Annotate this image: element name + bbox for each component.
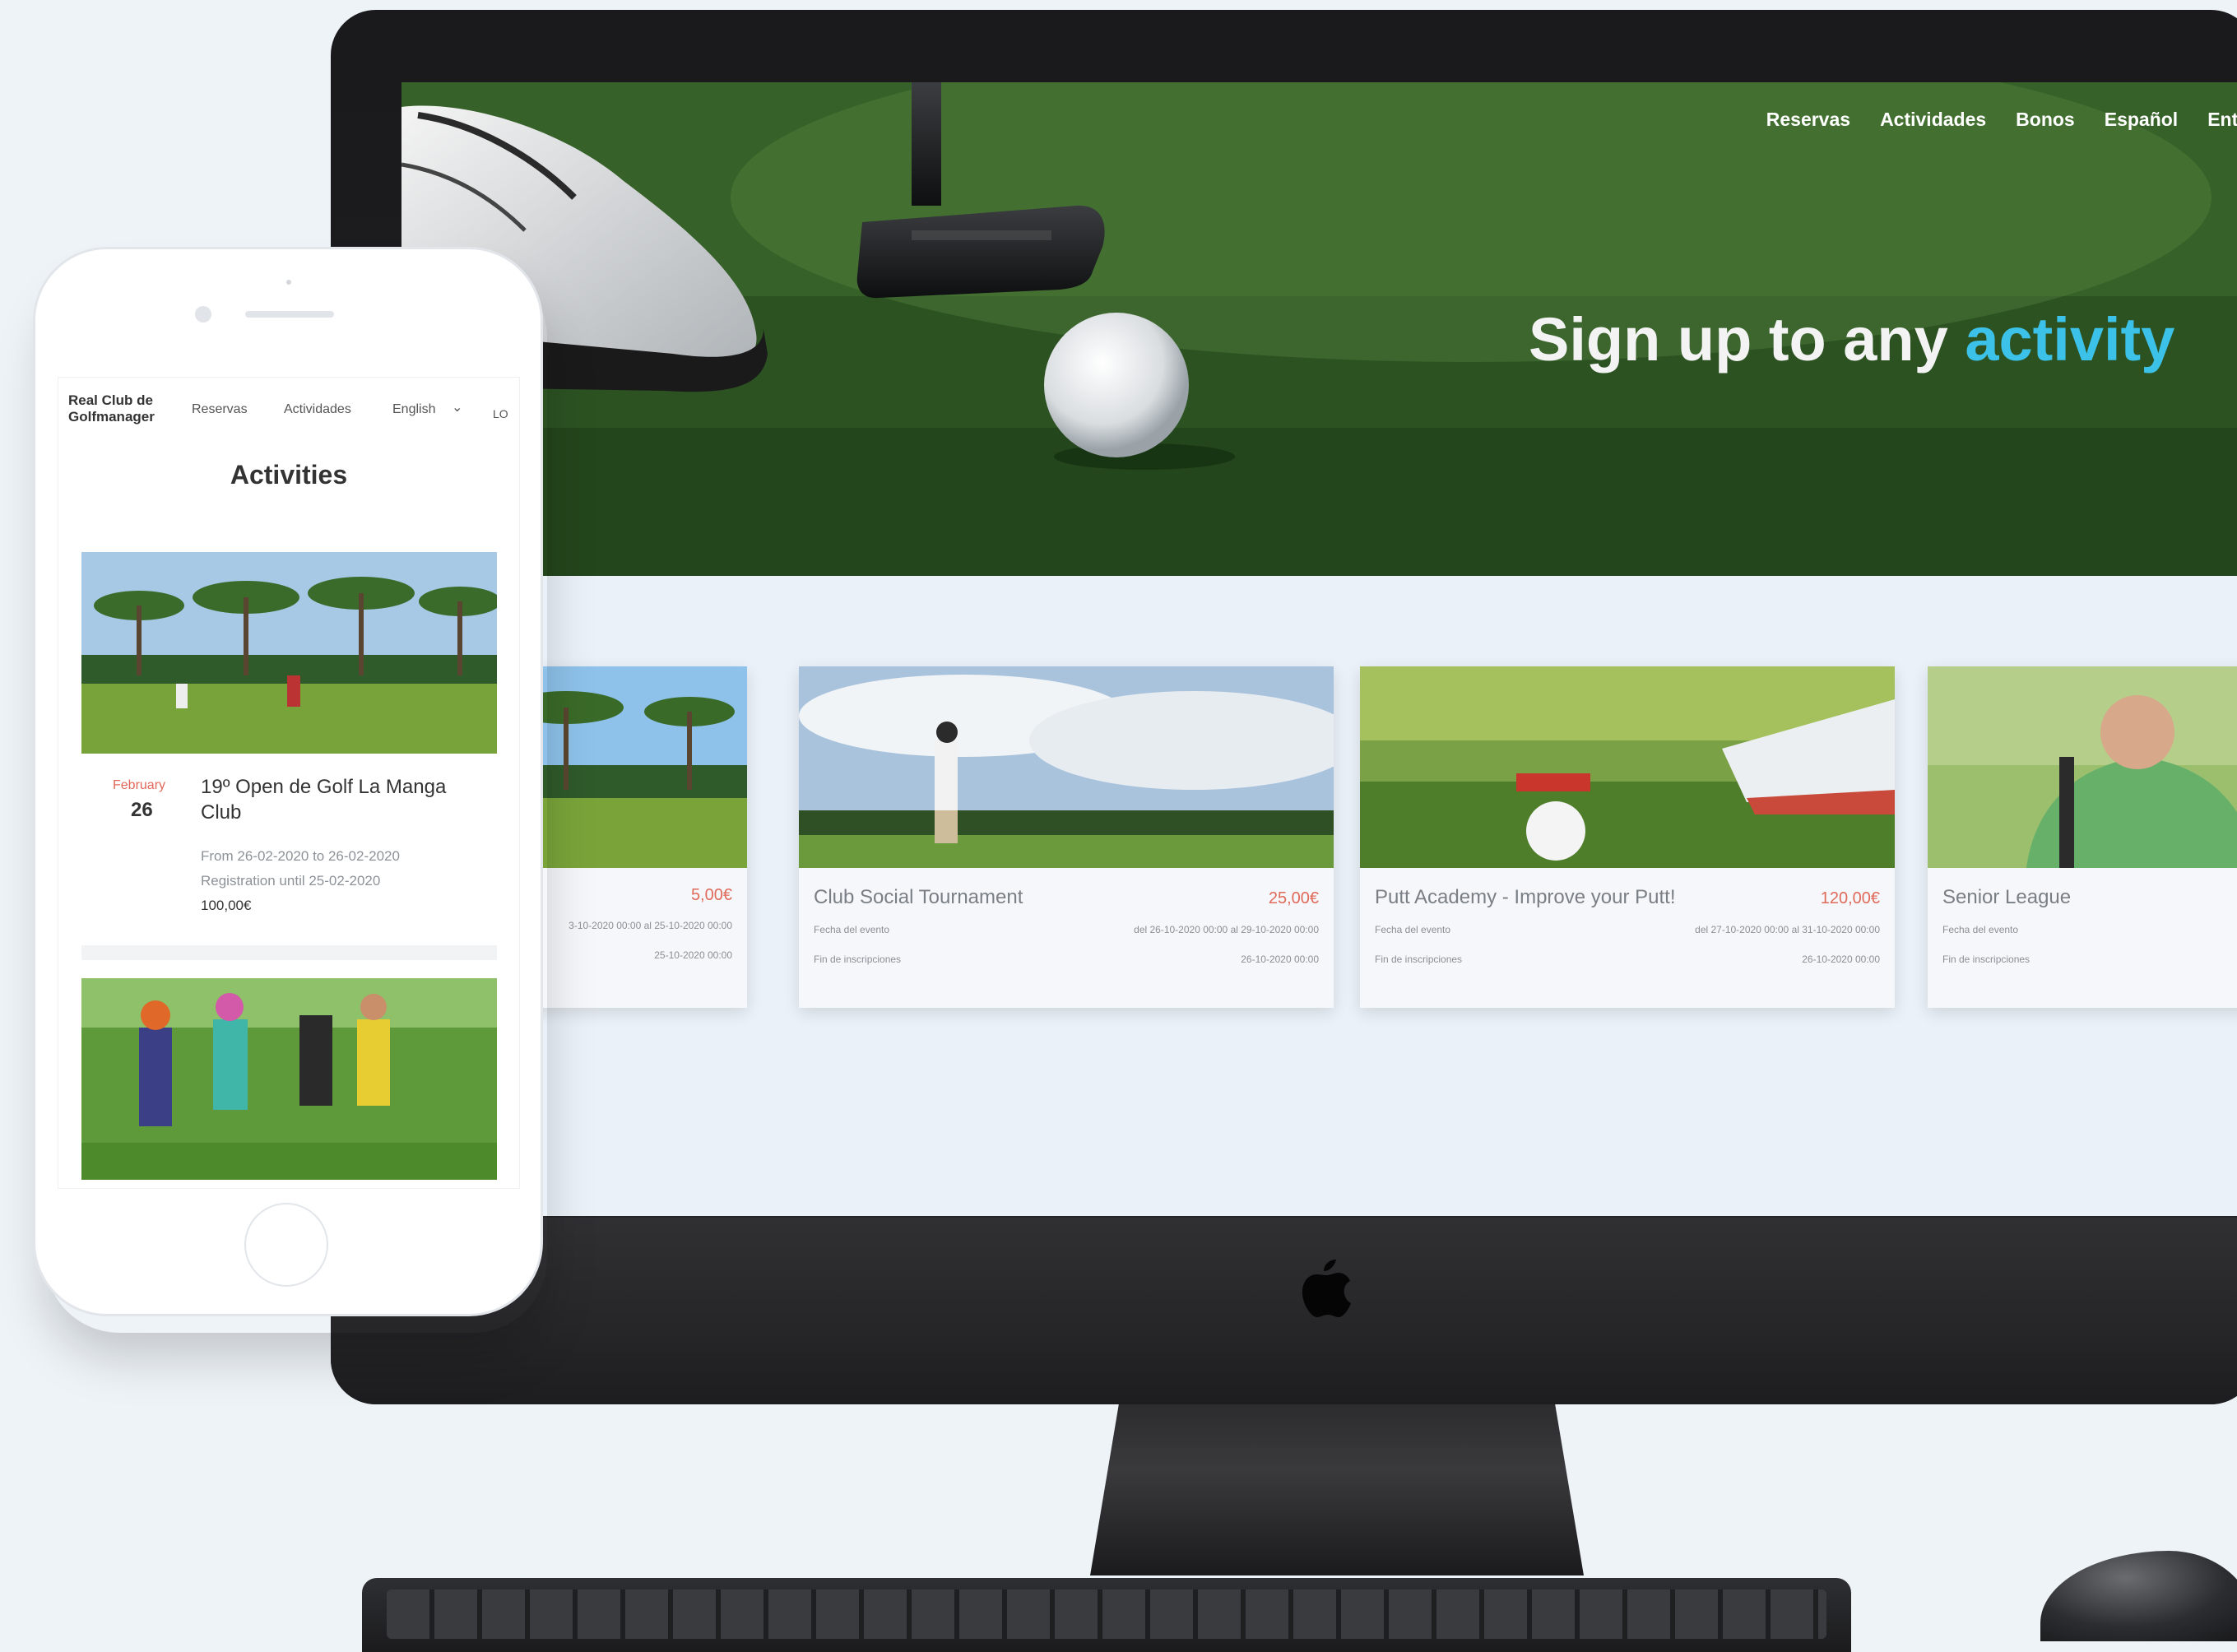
- event-title[interactable]: 19º Open de Golf La Manga Club: [201, 774, 480, 825]
- mobile-brand[interactable]: Real Club de Golfmanager: [68, 392, 155, 425]
- brand-line-2: Golfmanager: [68, 409, 155, 425]
- card-event-label: Fecha del evento: [814, 924, 890, 935]
- event-dates: From 26-02-2020 to 26-02-2020: [201, 848, 400, 864]
- card-price: 5,00€: [690, 886, 732, 904]
- card-deadline-value: 26-10-2020 00:00: [1802, 954, 1880, 965]
- phone-speaker: [245, 311, 334, 318]
- event-month: February: [113, 778, 166, 792]
- page-title: Activities: [230, 460, 348, 490]
- nav-login[interactable]: Entra: [2207, 109, 2237, 131]
- card-photo: [799, 666, 1334, 868]
- phone-camera: [195, 306, 211, 323]
- card-title: Club Social Tournament: [814, 886, 1023, 908]
- keyboard-keys: [387, 1589, 1826, 1639]
- card-title: Senior League: [1942, 886, 2072, 908]
- mouse: [2040, 1551, 2237, 1641]
- mobile-nav-actividades[interactable]: Actividades: [284, 402, 351, 417]
- desktop-screen: Reservas Actividades Bonos Español Entra…: [401, 82, 2237, 1216]
- card-deadline-label: Fin de inscripciones: [1942, 954, 2030, 965]
- mobile-event-card[interactable]: [81, 978, 497, 1188]
- hero-title: Sign up to any activity: [1529, 304, 2174, 374]
- chevron-down-icon[interactable]: ⌄: [452, 399, 462, 415]
- mobile-nav-login[interactable]: LO: [493, 407, 508, 420]
- activity-card[interactable]: Senior League Fecha del evento Fin de in…: [1928, 666, 2237, 1008]
- event-price: 100,00€: [201, 898, 252, 913]
- activity-card[interactable]: Club Social Tournament 25,00€ Fecha del e…: [799, 666, 1334, 1008]
- card-deadline-value: 25-10-2020 00:00: [654, 949, 732, 961]
- card-deadline-label: Fin de inscripciones: [814, 954, 902, 965]
- card-price: 25,00€: [1268, 889, 1319, 907]
- card-photo: [1928, 666, 2237, 868]
- hero-title-accent: activity: [1965, 305, 2175, 374]
- mobile-nav-reservas[interactable]: Reservas: [192, 402, 248, 417]
- brand-line-1: Real Club de: [68, 392, 153, 408]
- card-event-dates: 3-10-2020 00:00 al 25-10-2020 00:00: [569, 920, 732, 931]
- mobile-screen: Real Club de Golfmanager Reservas Activi…: [58, 377, 520, 1189]
- card-event-label: Fecha del evento: [1942, 924, 2019, 935]
- card-separator: [81, 945, 497, 960]
- nav-bonos[interactable]: Bonos: [2016, 109, 2075, 131]
- desktop-nav: Reservas Actividades Bonos Español Entra: [1766, 109, 2237, 131]
- mobile-event-card[interactable]: February 26 19º Open de Golf La Manga Cl…: [81, 552, 497, 939]
- card-deadline-label: Fin de inscripciones: [1375, 954, 1463, 965]
- imac-chin: [331, 1218, 2237, 1404]
- hero-banner: Reservas Actividades Bonos Español Entra…: [401, 82, 2237, 576]
- activity-card[interactable]: Putt Academy - Improve your Putt! 120,00€…: [1360, 666, 1895, 1008]
- apple-logo-icon: [1302, 1260, 1351, 1317]
- nav-actividades[interactable]: Actividades: [1880, 109, 1986, 131]
- mobile-nav-language[interactable]: English: [392, 402, 435, 417]
- card-photo: [1360, 666, 1895, 868]
- nav-reservas[interactable]: Reservas: [1766, 109, 1850, 131]
- card-deadline-value: 26-10-2020 00:00: [1241, 954, 1319, 965]
- keyboard: [362, 1578, 1851, 1652]
- hero-title-text: Sign up to any: [1529, 305, 1965, 374]
- event-photo: [81, 978, 497, 1180]
- card-event-dates: del 26-10-2020 00:00 al 29-10-2020 00:00: [1134, 924, 1319, 935]
- activity-cards: 5,00€ 3-10-2020 00:00 al 25-10-2020 00:0…: [401, 666, 2237, 1012]
- event-registration: Registration until 25-02-2020: [201, 873, 381, 889]
- nav-language[interactable]: Español: [2105, 109, 2178, 131]
- phone-sensor: [286, 280, 291, 285]
- phone-home-button[interactable]: [244, 1203, 328, 1287]
- card-price: 120,00€: [1820, 889, 1880, 907]
- card-event-dates: del 27-10-2020 00:00 al 31-10-2020 00:00: [1695, 924, 1880, 935]
- card-title: Putt Academy - Improve your Putt!: [1375, 886, 1676, 908]
- card-event-label: Fecha del evento: [1375, 924, 1451, 935]
- event-day: 26: [131, 799, 153, 821]
- event-photo: [81, 552, 497, 754]
- imac-stand: [1090, 1399, 1584, 1575]
